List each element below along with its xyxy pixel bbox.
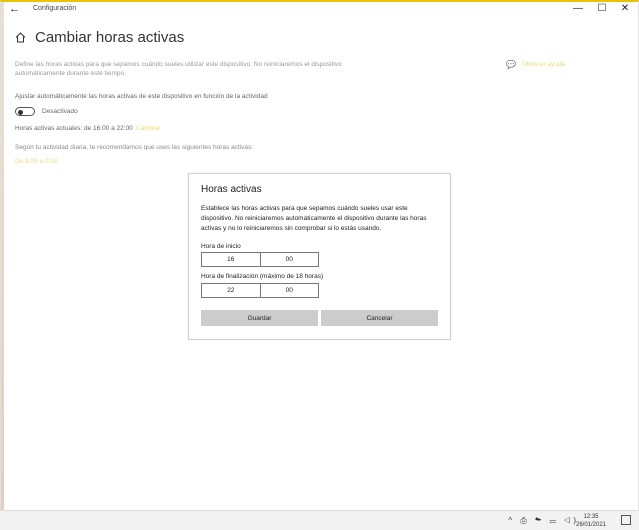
taskbar: ^ ⎙ ☁ ▭ ◁) 12:35 26/01/2021 xyxy=(0,510,639,530)
start-time-picker[interactable]: 16 00 xyxy=(201,252,319,267)
clock-time: 12:35 xyxy=(583,514,599,520)
end-minute[interactable]: 00 xyxy=(259,284,319,297)
settings-window: ← Configuración — ☐ ✕ Cambiar horas acti… xyxy=(0,0,639,512)
recommend-text: Según tu actividad diaria, te recomendam… xyxy=(15,144,254,151)
start-hour[interactable]: 16 xyxy=(202,253,260,266)
end-time-label: Hora de finalización (máximo de 18 horas… xyxy=(201,273,324,280)
save-button[interactable]: Guardar xyxy=(201,310,318,326)
recommend-link[interactable]: De 8:00 a 0:00 xyxy=(15,158,58,165)
toggle-knob xyxy=(18,109,23,115)
end-time-picker[interactable]: 22 00 xyxy=(201,283,319,298)
window-title: Configuración xyxy=(33,5,77,12)
auto-adjust-toggle[interactable] xyxy=(15,107,35,116)
change-link[interactable]: Cambiar xyxy=(136,125,161,132)
dialog-text: Establece las horas activas para que sep… xyxy=(201,205,427,232)
current-hours-text: Horas activas actuales: de 16:00 a 22:00 xyxy=(15,125,133,132)
clock[interactable]: 12:35 26/01/2021 xyxy=(571,513,611,529)
cancel-button[interactable]: Cancelar xyxy=(321,310,438,326)
end-hour[interactable]: 22 xyxy=(202,284,260,297)
system-tray-icons[interactable]: ^ ⎙ ☁ ▭ ◁) xyxy=(508,516,579,526)
home-icon[interactable] xyxy=(15,32,26,43)
current-hours: Horas activas actuales: de 16:00 a 22:00… xyxy=(15,125,160,132)
page-description: Define las horas activas para que sepamo… xyxy=(15,61,342,77)
notification-icon[interactable] xyxy=(621,515,631,525)
close-icon[interactable]: ✕ xyxy=(615,3,635,14)
page-title: Cambiar horas activas xyxy=(35,29,185,46)
toggle-state-label: Desactivado xyxy=(42,108,78,115)
maximize-icon[interactable]: ☐ xyxy=(592,3,612,14)
help-icon[interactable]: 💬 xyxy=(506,60,516,69)
dialog-title: Horas activas xyxy=(201,184,262,195)
auto-adjust-label: Ajustar automáticamente las horas activa… xyxy=(15,93,268,100)
clock-date: 26/01/2021 xyxy=(575,522,607,528)
start-time-label: Hora de inicio xyxy=(201,243,241,250)
title-bar: ← Configuración — ☐ ✕ xyxy=(1,2,638,18)
window-edge xyxy=(1,2,4,512)
start-minute[interactable]: 00 xyxy=(259,253,319,266)
minimize-icon[interactable]: — xyxy=(568,3,588,14)
active-hours-dialog: Horas activas Establece las horas activa… xyxy=(188,173,451,340)
help-link[interactable]: Obtener ayuda xyxy=(522,61,565,68)
back-arrow-icon[interactable]: ← xyxy=(9,3,20,15)
